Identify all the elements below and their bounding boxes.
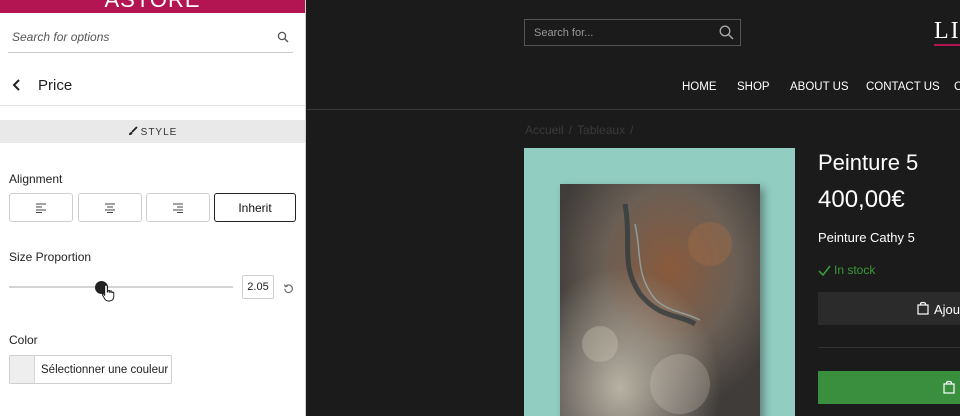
align-center-icon — [105, 203, 115, 213]
size-slider-track[interactable] — [9, 286, 233, 288]
tab-style[interactable]: STYLE — [0, 120, 305, 143]
product-description: Peinture Cathy 5 — [818, 230, 915, 245]
breadcrumb-separator: / — [630, 123, 634, 137]
nav-item-more[interactable]: C — [954, 81, 960, 93]
site-logo[interactable]: LIN — [934, 18, 960, 45]
editor-panel: ASTORE Search for options Price STYLE Al… — [0, 0, 306, 416]
search-icon[interactable] — [277, 30, 289, 48]
painting-artwork — [560, 184, 760, 416]
shop-search-input[interactable]: Search for... — [524, 19, 741, 46]
tab-style-label: STYLE — [140, 127, 178, 138]
buy-now-button[interactable] — [818, 371, 960, 404]
nav-divider — [307, 109, 960, 110]
size-proportion-label: Size Proportion — [9, 250, 92, 264]
section-title: Price — [38, 77, 73, 94]
stock-status-label: In stock — [834, 263, 876, 277]
select-color-label: Sélectionner une couleur — [41, 364, 169, 376]
color-label: Color — [9, 333, 38, 347]
product-image[interactable] — [524, 148, 795, 416]
options-search-input[interactable]: Search for options — [12, 30, 109, 44]
nav-item-home[interactable]: HOME — [682, 81, 717, 93]
breadcrumb-home[interactable]: Accueil — [525, 123, 564, 137]
size-proportion-input[interactable]: 2.05 — [242, 275, 274, 299]
logo-underline — [934, 44, 960, 46]
alignment-label: Alignment — [9, 172, 63, 186]
align-left-button[interactable] — [9, 193, 73, 222]
shop-search-placeholder: Search for... — [534, 27, 594, 39]
align-center-button[interactable] — [78, 193, 142, 222]
nav-item-contact[interactable]: CONTACT US — [866, 81, 940, 93]
align-right-button[interactable] — [146, 193, 210, 222]
brush-icon — [128, 126, 138, 139]
breadcrumb: Accueil / Tableaux / — [525, 123, 638, 137]
divider — [818, 347, 960, 348]
store-preview: Search for... LIN HOME SHOP ABOUT US CON… — [307, 0, 960, 416]
reset-icon[interactable] — [283, 281, 294, 299]
panel-header: ASTORE — [0, 0, 305, 13]
section-header: Price — [0, 62, 305, 106]
product-price: 400,00€ — [818, 186, 905, 213]
align-right-icon — [173, 203, 183, 213]
align-inherit-button[interactable]: Inherit — [214, 193, 296, 222]
align-inherit-label: Inherit — [238, 200, 272, 215]
check-icon — [818, 265, 831, 277]
product-title: Peinture 5 — [818, 150, 919, 175]
search-underline — [8, 52, 293, 53]
stock-status: In stock — [818, 263, 875, 277]
add-to-cart-label: Ajou — [934, 302, 960, 317]
breadcrumb-separator: / — [568, 123, 573, 137]
breadcrumb-category[interactable]: Tableaux — [577, 123, 625, 137]
nav-item-about[interactable]: ABOUT US — [790, 81, 849, 93]
select-color-button[interactable]: Sélectionner une couleur — [9, 355, 172, 384]
color-swatch[interactable] — [10, 356, 35, 383]
add-to-cart-button[interactable]: Ajou — [818, 292, 960, 325]
nav-item-shop[interactable]: SHOP — [737, 81, 770, 93]
panel-brand: ASTORE — [0, 0, 305, 13]
hand-cursor-icon — [101, 284, 115, 307]
shopping-bag-icon — [917, 301, 929, 315]
options-search[interactable]: Search for options — [0, 14, 305, 56]
shopping-bag-icon — [943, 380, 955, 394]
search-icon[interactable] — [719, 25, 734, 45]
align-left-icon — [36, 203, 46, 213]
back-arrow-icon[interactable] — [11, 78, 23, 97]
